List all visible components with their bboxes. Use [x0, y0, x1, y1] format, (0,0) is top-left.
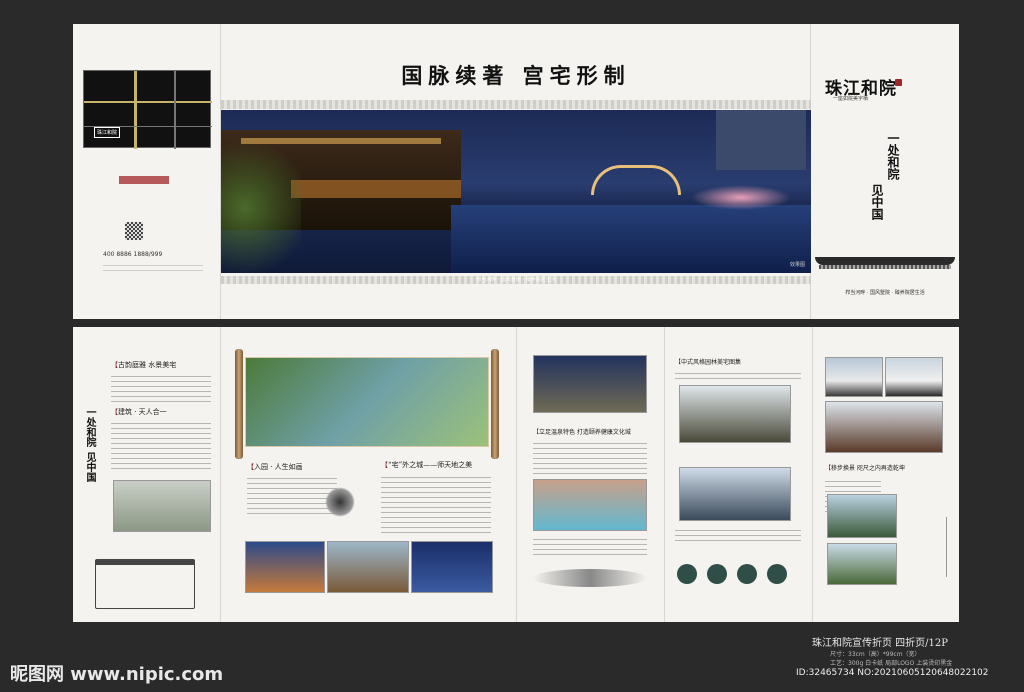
tree-icon: [737, 564, 757, 584]
caption-craft: 工艺：300g 白卡纸 局部LOGO 上装烫印黑金: [830, 660, 953, 667]
phone-number: 400 8886 1888/999: [103, 251, 163, 258]
render-tag: 效果图: [789, 262, 805, 268]
section-heading-2: 建筑 · 天人合一: [111, 407, 167, 417]
hero-night-render: 效果图: [221, 110, 811, 273]
site-watermark: 昵图网 www.nipic.com: [10, 664, 224, 685]
ink-mountain: [533, 569, 647, 587]
lotus-ink: [325, 487, 355, 517]
body-text-2: [111, 419, 211, 469]
photo-white-villa-1: [825, 357, 883, 397]
body-text-5: [533, 439, 647, 477]
vertical-slogan-2: 见中国: [870, 184, 884, 220]
scroll-left-roller: [235, 349, 243, 459]
photo-aerial-night: [533, 355, 647, 413]
photo-pavilion-2: [679, 467, 791, 521]
photo-garden-pond: [827, 494, 897, 538]
brand-seal: [895, 79, 902, 86]
photo-street: [327, 541, 409, 593]
inner-panel-2: 古韵庭雅 水景美宅 建筑 · 天人合一: [73, 327, 221, 622]
photo-spa-woman: [533, 479, 647, 531]
panel-cover-center: 国脉续著 宫宅形制 效果图 栉当河畔 · 国风墅院 · 臻养院居生活: [221, 24, 811, 319]
tagline-front: 栉当河畔 · 国风墅院 · 臻养院居生活: [845, 290, 925, 296]
photo-gate: [825, 401, 943, 453]
panel-front-cover: 珠江和院 一座如院美宇栖 一处和院 见中国 栉当河畔 · 国风墅院 · 臻养院居…: [811, 24, 959, 319]
tagline-center: 栉当河畔 · 国风墅院 · 臻养院居生活: [476, 277, 556, 283]
section-heading-1: 古韵庭雅 水景美宅: [111, 360, 176, 370]
inner-panel-3-4: 入园 · 人生如画 “宅”外之城——师天地之美: [221, 327, 517, 622]
body-text-6: [533, 535, 647, 555]
logo-badge: [119, 176, 169, 184]
inner-spread: 一处和院 见中国 古韵庭雅 水景美宅 建筑 · 天人合一 入园 · 人生如画 “…: [73, 327, 959, 622]
body-text-7: [675, 369, 801, 381]
caption-title: 珠江和院宣传折页 四折页/12P: [812, 638, 949, 649]
panel-back: 珠江和院 400 8886 1888/999: [73, 24, 221, 319]
outer-spread: 珠江和院 400 8886 1888/999 国脉续著 宫宅形制 效果图 栉当河…: [73, 24, 959, 319]
wave-icon: [677, 564, 697, 584]
lotus-lamp-decoration: [907, 517, 947, 577]
photo-dusk-villa: [245, 541, 325, 593]
roof-eave-graphic: [815, 257, 955, 265]
body-text-3: [247, 474, 337, 514]
qr-code: [125, 222, 143, 240]
vertical-slogan-1: 一处和院: [886, 132, 900, 180]
inner-panel-6: 中式风格园林美宅图集: [665, 327, 813, 622]
section-heading-5: 立足温泉特色 打造颐养健康文化城: [533, 427, 631, 436]
roof-tiles: [819, 265, 951, 269]
body-text-4: [381, 473, 491, 533]
map-label: 珠江和院: [94, 127, 121, 138]
photo-white-villa-2: [885, 357, 943, 397]
section-heading-3: 入园 · 人生如画: [247, 462, 303, 472]
location-map: 珠江和院: [83, 70, 212, 149]
body-text-8: [675, 526, 801, 542]
brand-subtitle: 一座如院美宇栖: [833, 96, 869, 102]
photo-night-water: [411, 541, 493, 593]
headline: 国脉续著 宫宅形制: [401, 63, 631, 88]
photo-pavilion-1: [679, 385, 791, 443]
pattern-band: [221, 100, 811, 109]
inner-panel-7: 移步换景 咫尺之内再造乾坤: [813, 327, 959, 622]
house-icon: [707, 564, 727, 584]
address-text: [103, 261, 203, 275]
fan-icon: [767, 564, 787, 584]
inner-panel-5: 立足温泉特色 打造颐养健康文化城: [517, 327, 665, 622]
section-heading-6: 中式风格园林美宅图集: [675, 357, 741, 366]
caption-id: ID:32465734 NO:20210605120648022102: [796, 668, 989, 678]
scroll-right-roller: [491, 349, 499, 459]
caption-size: 尺寸：33cm（高）*99cm（宽）: [830, 651, 921, 658]
aerial-photo: [113, 480, 211, 532]
section-heading-7: 移步换景 咫尺之内再造乾坤: [825, 463, 905, 472]
section-heading-4: “宅”外之城——师天地之美: [381, 460, 472, 470]
body-text-1: [111, 372, 211, 402]
photo-courtyard: [827, 543, 897, 585]
scroll-aerial-garden: [245, 357, 489, 447]
